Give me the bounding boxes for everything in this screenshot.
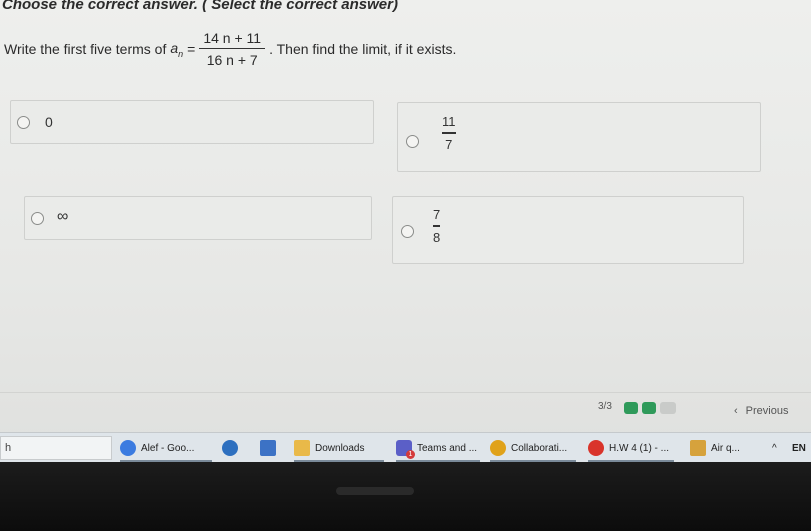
previous-label: Previous bbox=[745, 405, 789, 417]
chevron-left-icon: ‹ bbox=[734, 405, 738, 417]
question-text: Write the first five terms of an = 14 n … bbox=[4, 26, 456, 72]
taskbar-item-label: Air q... bbox=[711, 442, 740, 454]
notification-badge: 1 bbox=[406, 450, 415, 459]
question-status-1[interactable] bbox=[624, 402, 638, 414]
taskbar-item-pdf[interactable]: H.W 4 (1) - ... bbox=[588, 436, 674, 462]
taskbar-item-chrome[interactable]: Alef - Goo... bbox=[120, 436, 212, 462]
pdf-icon bbox=[588, 440, 604, 456]
sequence-symbol: an bbox=[170, 39, 184, 59]
answer-option-0[interactable]: 0 bbox=[10, 100, 374, 144]
radio-button[interactable] bbox=[406, 135, 419, 148]
fraction-denominator: 16 n + 7 bbox=[206, 52, 258, 69]
taskbar-item-label: Collaborati... bbox=[511, 442, 568, 454]
fraction-bar bbox=[433, 225, 441, 227]
fraction-numerator: 7 bbox=[433, 207, 441, 222]
question-prefix: Write the first five terms of bbox=[4, 41, 167, 57]
folder-icon bbox=[294, 440, 310, 456]
chrome-icon bbox=[120, 440, 136, 456]
fraction-numerator: 14 n + 11 bbox=[203, 29, 262, 46]
option-text: ∞ bbox=[57, 208, 69, 225]
option-text: 0 bbox=[45, 114, 53, 130]
fraction-denominator: 8 bbox=[433, 229, 441, 245]
equals-sign: = bbox=[187, 41, 196, 57]
tray-chevron-icon[interactable]: ^ bbox=[772, 436, 786, 460]
fraction-bar bbox=[442, 132, 456, 134]
answer-option-infinity[interactable]: ∞ bbox=[24, 196, 372, 240]
option-fraction: 11 7 bbox=[442, 114, 456, 152]
teams-icon: 1 bbox=[396, 440, 415, 459]
taskbar-item-downloads[interactable]: Downloads bbox=[294, 436, 384, 462]
taskbar-item-label: Downloads bbox=[315, 442, 365, 454]
monitor-logo bbox=[336, 487, 414, 495]
option-fraction: 7 8 bbox=[433, 207, 441, 245]
instruction-header: Choose the correct answer. ( Select the … bbox=[2, 0, 398, 13]
taskbar-item-label: Teams and ... bbox=[417, 442, 478, 454]
radio-button[interactable] bbox=[401, 225, 414, 238]
taskbar-item-label: H.W 4 (1) - ... bbox=[609, 442, 669, 454]
air-quality-icon bbox=[690, 440, 706, 456]
radio-button[interactable] bbox=[31, 212, 44, 225]
weather-icon bbox=[222, 440, 238, 456]
taskbar-item-air-quality[interactable]: Air q... bbox=[690, 436, 760, 460]
taskbar-item-label: Alef - Goo... bbox=[141, 442, 195, 454]
question-status-3[interactable] bbox=[660, 402, 676, 414]
zoom-icon bbox=[490, 440, 506, 456]
sequence-fraction: 14 n + 11 16 n + 7 bbox=[199, 29, 266, 69]
answer-option-7-over-8[interactable]: 7 8 bbox=[392, 196, 744, 264]
screen: Choose the correct answer. ( Select the … bbox=[0, 0, 811, 463]
previous-button[interactable]: ‹ Previous bbox=[724, 398, 808, 424]
taskbar-search-input[interactable]: h bbox=[0, 436, 112, 460]
monitor-bezel bbox=[0, 462, 811, 531]
taskbar: h Alef - Goo... Downloads 1 Teams and ..… bbox=[0, 432, 811, 463]
radio-button[interactable] bbox=[17, 116, 30, 129]
page-counter: 3/3 bbox=[598, 401, 612, 412]
calendar-icon bbox=[260, 440, 276, 456]
answer-option-11-over-7[interactable]: 11 7 bbox=[397, 102, 761, 172]
question-status-2[interactable] bbox=[642, 402, 656, 414]
language-indicator[interactable]: EN bbox=[792, 436, 810, 460]
fraction-denominator: 7 bbox=[445, 136, 453, 152]
fraction-numerator: 11 bbox=[442, 114, 456, 129]
taskbar-item-weather[interactable] bbox=[222, 436, 246, 460]
taskbar-item-teams[interactable]: 1 Teams and ... bbox=[396, 436, 480, 462]
question-suffix: . Then find the limit, if it exists. bbox=[269, 41, 457, 57]
taskbar-item-calendar[interactable] bbox=[260, 436, 284, 460]
footer-divider bbox=[0, 392, 811, 393]
taskbar-item-collaborate[interactable]: Collaborati... bbox=[490, 436, 576, 462]
